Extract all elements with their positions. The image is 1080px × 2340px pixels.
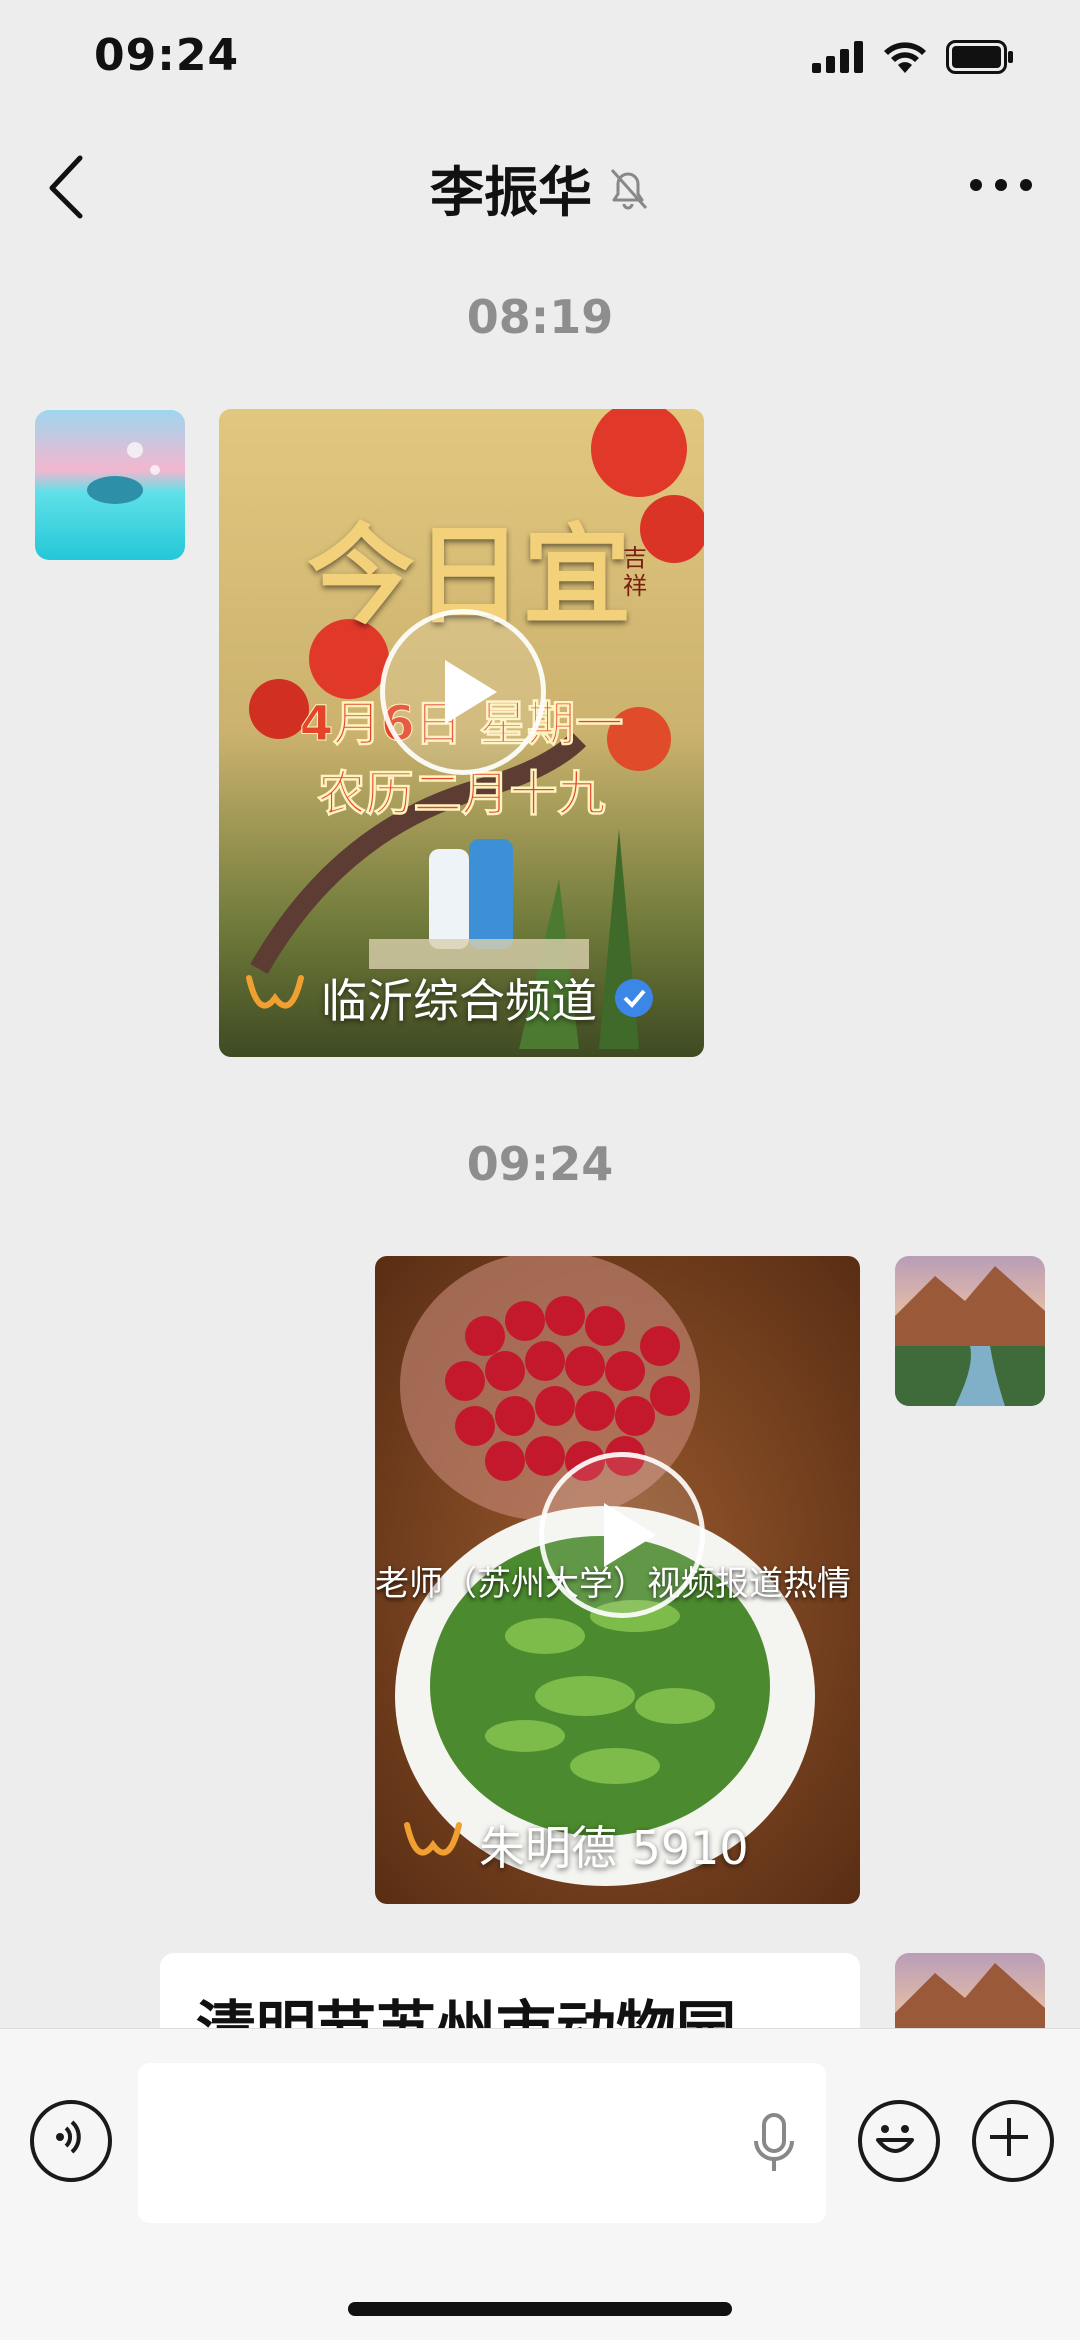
video-overlay-small: 吉祥 [623,544,647,600]
timestamp: 08:19 [466,290,614,344]
video-channel-name: 朱明德 5910 [479,1821,749,1875]
more-button[interactable] [966,170,1036,200]
video-channel-name: 临沂综合频道 [321,974,597,1028]
chat-title-group: 李振华 [0,148,1080,227]
my-avatar[interactable] [895,1256,1045,1406]
video-channel-row: 临沂综合频道 [245,965,655,1031]
timestamp: 09:24 [466,1137,614,1191]
voice-toggle-icon [56,2120,81,2154]
video-channel-row: 朱明德 5910 [403,1812,749,1878]
channels-logo-icon [246,975,304,1009]
battery-icon [946,40,1013,74]
emoji-icon [876,2125,914,2153]
add-button[interactable] [972,2100,1054,2182]
verified-badge-icon [615,979,653,1017]
status-time: 09:24 [94,30,240,81]
chat-input-bar [0,2028,1080,2340]
contact-avatar[interactable] [35,410,185,560]
bell-muted-icon [610,168,648,209]
message-input[interactable] [138,2063,826,2223]
video-message-card[interactable]: 老师（苏州大学）视频报道热情 朱明德 5910 [375,1256,860,1904]
avatar-image [35,410,185,560]
microphone-icon [754,2113,794,2171]
my-avatar[interactable] [895,1953,1045,2028]
signal-icon [812,41,863,73]
emoji-button[interactable] [858,2100,940,2182]
chat-header: 李振华 [0,130,1080,240]
avatar-image [895,1953,1045,2028]
status-bar: 09:24 [0,0,1080,120]
microphone-button[interactable] [746,2109,802,2179]
chat-title: 李振华 [430,161,592,224]
home-indicator [348,2302,732,2316]
channels-logo-icon [404,1822,462,1856]
play-button[interactable] [539,1452,705,1618]
plus-icon [990,2118,1028,2156]
play-button[interactable] [380,609,546,775]
avatar-image [895,1256,1045,1406]
status-icons [812,40,1014,74]
wifi-icon [884,42,926,73]
voice-toggle-button[interactable] [30,2100,112,2182]
more-dots-icon [970,179,1032,191]
video-message-card[interactable]: 今日宜 吉祥 4月6日 星期一 农历二月十九 临沂综合频道 [219,409,704,1057]
